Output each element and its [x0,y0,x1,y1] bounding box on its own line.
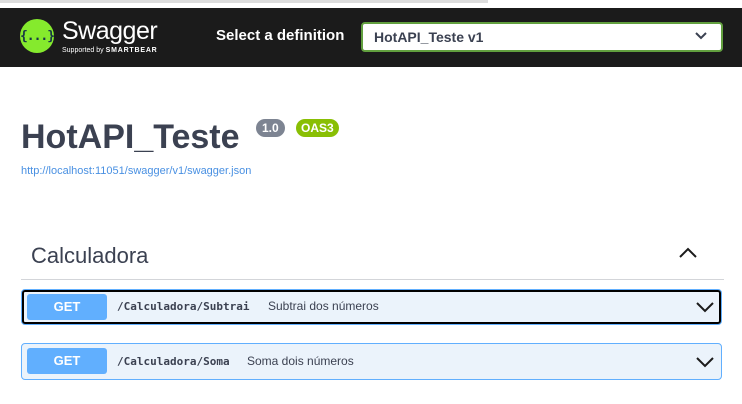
version-badge: 1.0 [256,119,285,137]
chevron-down-icon[interactable] [695,355,715,369]
chevron-up-icon[interactable] [678,246,698,260]
oas-badge: OAS3 [296,119,339,137]
method-badge: GET [27,348,107,374]
operation-get-soma[interactable]: GET /Calculadora/Soma Soma dois números [21,343,722,380]
api-title: HotAPI_Teste [21,118,240,156]
select-definition-label: Select a definition [216,27,345,44]
chevron-down-icon[interactable] [695,300,715,314]
smartbear-text: SMARTBEAR [105,47,158,54]
operation-summary: Subtrai dos números [268,299,379,313]
window-edge [0,0,742,8]
brand-subtitle: Supported by SMARTBEAR [62,47,158,54]
operation-get-subtrai[interactable]: GET /Calculadora/Subtrai Subtrai dos núm… [21,289,722,325]
topbar: {...} Swagger Supported by SMARTBEAR Sel… [0,8,742,67]
operation-path: /Calculadora/Soma [117,355,230,368]
definition-select-value: HotAPI_Teste v1 [374,29,484,45]
brand-name: Swagger [62,17,158,45]
method-badge: GET [27,294,107,320]
spec-url-link[interactable]: http://localhost:11051/swagger/v1/swagge… [21,165,251,177]
supported-by-text: Supported by [62,47,104,54]
operation-path: /Calculadora/Subtrai [117,300,250,313]
swagger-logo-icon: {...} [20,19,55,53]
tag-section-calculadora[interactable]: Calculadora [21,238,724,280]
chevron-down-icon [695,32,707,40]
definition-select[interactable]: HotAPI_Teste v1 [361,22,723,52]
tag-title: Calculadora [31,243,149,268]
swagger-logo[interactable]: {...} Swagger Supported by SMARTBEAR [20,17,180,55]
operation-summary: Soma dois números [247,354,354,368]
